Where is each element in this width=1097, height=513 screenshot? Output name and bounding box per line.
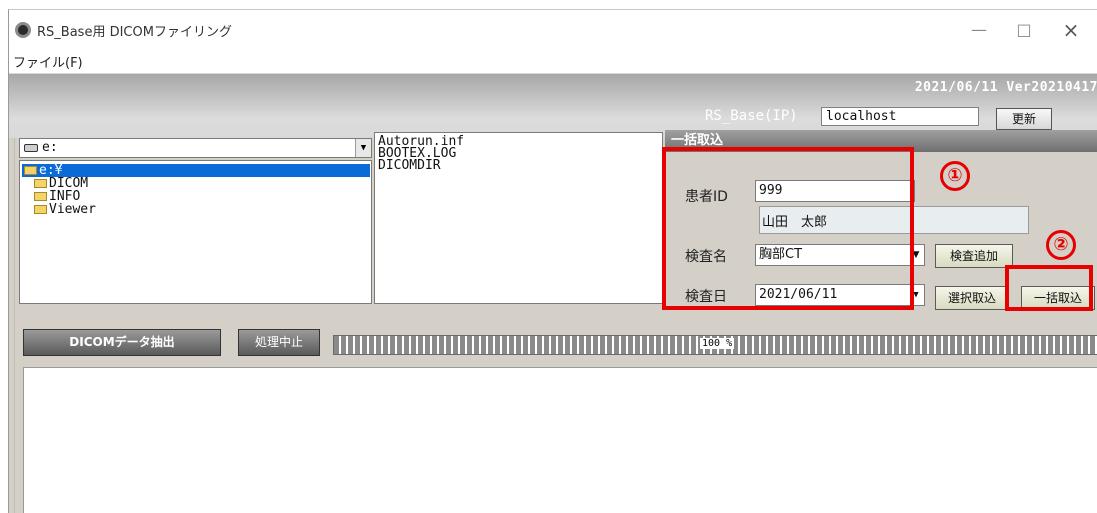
drive-icon	[24, 144, 38, 152]
tree-item-label: Viewer	[49, 202, 96, 217]
tree-item-viewer[interactable]: Viewer	[34, 203, 96, 216]
folder-icon	[34, 205, 47, 214]
close-button[interactable]: ×	[1051, 18, 1091, 42]
drive-value: e:	[42, 140, 58, 155]
date-version-label: 2021/06/11 Ver20210417	[914, 80, 1097, 95]
chevron-down-icon[interactable]: ▼	[355, 139, 371, 157]
folder-icon	[34, 179, 47, 188]
ip-input[interactable]: localhost	[821, 107, 979, 126]
directory-tree[interactable]: e:¥ DICOM INFO Viewer	[19, 160, 372, 304]
drive-select[interactable]: e: ▼	[19, 138, 372, 158]
title-bar: RS_Base用 DICOMファイリング — □ ×	[9, 10, 1097, 48]
progress-label: 100 %	[700, 338, 735, 349]
stop-processing-button[interactable]: 処理中止	[238, 329, 320, 356]
step-marker-2: ②	[1046, 230, 1076, 260]
select-import-button[interactable]: 選択取込	[935, 286, 1009, 310]
file-list[interactable]: Autorun.inf BOOTEX.LOG DICOMDIR	[374, 132, 663, 304]
app-icon	[15, 22, 31, 38]
ip-label: RS_Base(IP)	[705, 108, 798, 124]
folder-icon	[34, 192, 47, 201]
window-title: RS_Base用 DICOMファイリング	[37, 25, 232, 40]
highlight-box-2	[1005, 265, 1093, 311]
folder-open-icon	[24, 166, 37, 175]
list-item[interactable]: DICOMDIR	[378, 159, 662, 172]
step-marker-1: ①	[940, 161, 970, 191]
window-left-edge	[9, 74, 15, 513]
highlight-box-1	[662, 147, 914, 310]
maximize-button[interactable]: □	[1004, 18, 1044, 42]
menu-bar: ファイル(F)	[9, 48, 1097, 74]
dicom-extract-button[interactable]: DICOMデータ抽出	[23, 329, 221, 356]
log-area[interactable]	[23, 367, 1097, 513]
minimize-button[interactable]: —	[959, 18, 999, 42]
app-window: RS_Base用 DICOMファイリング — □ × ファイル(F) 2021/…	[8, 9, 1097, 513]
add-exam-button[interactable]: 検査追加	[935, 244, 1013, 268]
progress-bar: 100 %	[333, 335, 1097, 355]
refresh-button[interactable]: 更新	[996, 108, 1052, 130]
menu-file[interactable]: ファイル(F)	[13, 52, 83, 71]
header-band: 2021/06/11 Ver20210417 RS_Base(IP) local…	[9, 74, 1097, 138]
